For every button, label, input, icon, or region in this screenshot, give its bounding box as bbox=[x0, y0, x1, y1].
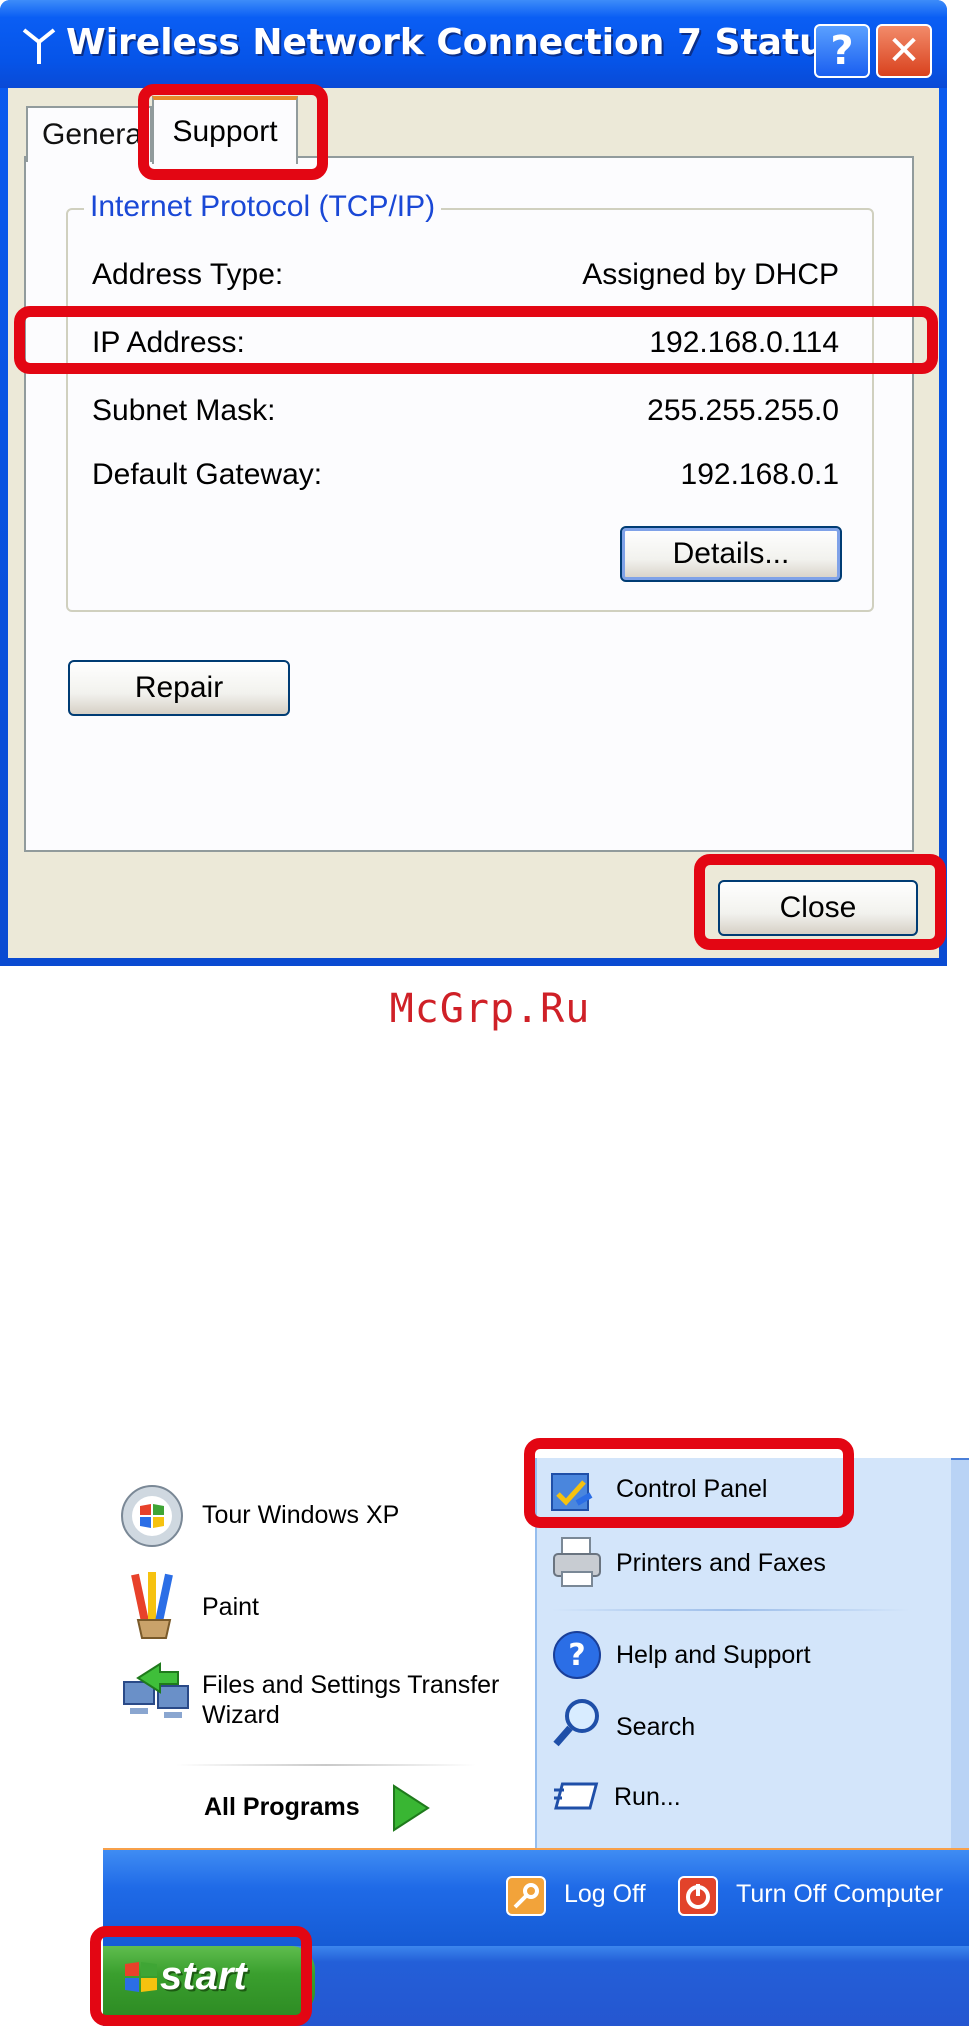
start-button-highlight bbox=[90, 1926, 312, 2026]
tcpip-group-title: Internet Protocol (TCP/IP) bbox=[84, 190, 442, 224]
log-off-label: Log Off bbox=[564, 1880, 646, 1908]
subnet-mask-label: Subnet Mask: bbox=[92, 394, 276, 427]
menu-item-label: Paint bbox=[202, 1593, 259, 1621]
details-button[interactable]: Details... bbox=[620, 526, 842, 582]
power-icon bbox=[678, 1876, 718, 1916]
address-type-value: Assigned by DHCP bbox=[582, 258, 839, 291]
help-button[interactable]: ? bbox=[814, 24, 870, 78]
control-panel-highlight bbox=[524, 1438, 854, 1528]
run-icon bbox=[554, 1782, 599, 1810]
menu-item-label: Tour Windows XP bbox=[202, 1501, 400, 1529]
menu-item-label: Run... bbox=[614, 1783, 681, 1811]
menu-item-label-line2: Wizard bbox=[202, 1701, 280, 1729]
repair-button[interactable]: Repair bbox=[68, 660, 290, 716]
help-icon: ? bbox=[553, 1631, 601, 1679]
address-type-label: Address Type: bbox=[92, 258, 284, 291]
close-icon: ✕ bbox=[887, 28, 921, 74]
menu-item-label: Printers and Faxes bbox=[616, 1549, 826, 1577]
menu-item-label: Files and Settings Transfer bbox=[202, 1671, 500, 1699]
turn-off-label: Turn Off Computer bbox=[736, 1880, 944, 1908]
left-pane-separator bbox=[176, 1764, 476, 1766]
ip-address-highlight bbox=[14, 306, 938, 374]
menu-item-label: Help and Support bbox=[616, 1641, 811, 1669]
wireless-antenna-icon bbox=[22, 28, 56, 64]
right-pane-separator bbox=[552, 1609, 910, 1611]
dialog-titlebar[interactable]: Wireless Network Connection 7 Status ? ✕ bbox=[0, 0, 947, 88]
help-icon: ? bbox=[830, 28, 854, 74]
default-gateway-value: 192.168.0.1 bbox=[680, 458, 839, 491]
menu-item-label: Search bbox=[616, 1713, 696, 1741]
dialog-title: Wireless Network Connection 7 Status bbox=[66, 22, 847, 63]
printer-icon bbox=[553, 1537, 601, 1587]
all-programs-label: All Programs bbox=[204, 1793, 360, 1821]
default-gateway-label: Default Gateway: bbox=[92, 458, 323, 491]
tab-general-label: General bbox=[42, 118, 149, 151]
watermark-text: McGrp.Ru bbox=[389, 986, 591, 1032]
start-menu-scrollbar[interactable] bbox=[951, 1460, 969, 1848]
subnet-mask-value: 255.255.255.0 bbox=[647, 394, 839, 427]
paint-icon bbox=[131, 1572, 173, 1639]
close-button-highlight bbox=[694, 854, 946, 950]
key-icon bbox=[506, 1876, 546, 1916]
arrow-right-icon bbox=[393, 1784, 430, 1832]
tab-general[interactable]: General bbox=[26, 106, 152, 162]
search-icon bbox=[553, 1699, 599, 1747]
svg-text:?: ? bbox=[568, 1638, 585, 1673]
transfer-wizard-icon bbox=[123, 1662, 189, 1718]
title-close-button[interactable]: ✕ bbox=[876, 24, 932, 78]
support-tab-highlight bbox=[138, 84, 328, 180]
tour-windows-icon bbox=[121, 1485, 183, 1547]
